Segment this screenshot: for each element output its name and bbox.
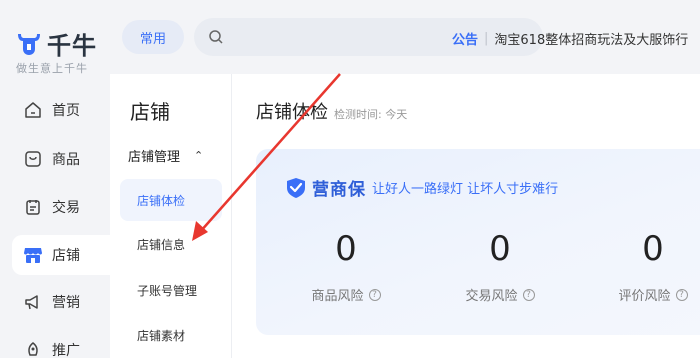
nav-item-shop[interactable]: 店铺 [12, 235, 110, 275]
nav-item-marketing[interactable]: 营销 [12, 282, 110, 322]
subnav-item-shop-info[interactable]: 店铺信息 [120, 223, 222, 265]
chevron-up-icon: ⌃ [194, 149, 204, 162]
subnav-item-shop-checkup[interactable]: 店铺体检 [120, 179, 222, 221]
metric-value: 0 [489, 229, 511, 269]
help-icon[interactable]: ? [522, 288, 535, 301]
home-icon [23, 100, 43, 120]
metric-label: 评价风险 ? [593, 285, 700, 304]
check-time: 检测时间: 今天 [334, 108, 408, 121]
search-icon [209, 30, 223, 44]
notice-text[interactable]: 淘宝618整体招商玩法及大服饰行 [494, 29, 688, 48]
checkup-brand-name: 营商保 [312, 180, 366, 200]
metric-product-risk[interactable]: 0 商品风险 ? [286, 229, 406, 304]
ox-logo-icon [18, 33, 40, 55]
metric-label-text: 交易风险 [465, 289, 518, 304]
subnav-group-shop-management[interactable]: 店铺管理 ⌃ [128, 146, 203, 165]
left-nav: 千牛 做生意上千牛 首页 商品 交易 店铺 营销 推广 [0, 0, 110, 358]
shop-icon [23, 245, 43, 265]
logo-slogan: 做生意上千牛 [16, 62, 88, 75]
nav-item-label: 首页 [52, 103, 80, 119]
sub-nav: 店铺 店铺管理 ⌃ 店铺体检 店铺信息 子账号管理 店铺素材 [110, 74, 232, 358]
nav-item-label: 交易 [52, 200, 80, 216]
notice-bar[interactable]: 公告 | 淘宝618整体招商玩法及大服饰行 [452, 29, 688, 48]
nav-item-home[interactable]: 首页 [12, 90, 110, 130]
logo[interactable]: 千牛 [16, 26, 97, 61]
promo-icon [23, 340, 43, 358]
metric-value: 0 [642, 229, 664, 269]
nav-item-trade[interactable]: 交易 [12, 187, 110, 227]
help-icon[interactable]: ? [675, 288, 688, 301]
metric-label-text: 评价风险 [618, 289, 671, 304]
notice-label: 公告 [452, 33, 479, 48]
trade-icon [23, 197, 43, 217]
subnav-group-label: 店铺管理 [128, 150, 181, 165]
metric-review-risk[interactable]: 0 评价风险 ? [593, 229, 700, 304]
nav-item-label: 营销 [52, 295, 80, 311]
favorites-chip[interactable]: 常用 [122, 20, 184, 54]
shield-check-icon [287, 177, 305, 198]
nav-item-label: 店铺 [52, 248, 80, 264]
nav-item-label: 推广 [52, 343, 80, 358]
metric-label: 交易风险 ? [440, 285, 560, 304]
notice-divider: | [484, 31, 489, 46]
metric-trade-risk[interactable]: 0 交易风险 ? [440, 229, 560, 304]
subnav-title: 店铺 [130, 100, 170, 124]
metric-value: 0 [335, 229, 357, 269]
help-icon[interactable]: ? [368, 288, 381, 301]
subnav-item-sub-accounts[interactable]: 子账号管理 [120, 269, 222, 311]
checkup-card: 营商保 让好人一路绿灯 让坏人寸步难行 0 商品风险 ? 0 交易风险 ? 0 … [256, 149, 700, 335]
checkup-brand: 营商保 让好人一路绿灯 让坏人寸步难行 [284, 175, 558, 200]
megaphone-icon [23, 292, 43, 312]
checkup-brand-slogan: 让好人一路绿灯 让坏人寸步难行 [372, 182, 559, 197]
main-content: 店铺体检 检测时间: 今天 营商保 让好人一路绿灯 让坏人寸步难行 0 商品风险… [233, 74, 700, 358]
logo-text: 千牛 [47, 32, 97, 60]
subnav-item-shop-assets[interactable]: 店铺素材 [120, 314, 222, 356]
top-bar: 常用 公告 | 淘宝618整体招商玩法及大服饰行 [110, 0, 700, 74]
nav-item-promo[interactable]: 推广 [12, 330, 110, 358]
page-title-text: 店铺体检 [256, 102, 328, 123]
page-title: 店铺体检 检测时间: 今天 [256, 98, 407, 124]
metric-label: 商品风险 ? [286, 285, 406, 304]
nav-item-product[interactable]: 商品 [12, 139, 110, 179]
metric-label-text: 商品风险 [311, 289, 364, 304]
product-icon [23, 149, 43, 169]
nav-item-label: 商品 [52, 152, 80, 168]
